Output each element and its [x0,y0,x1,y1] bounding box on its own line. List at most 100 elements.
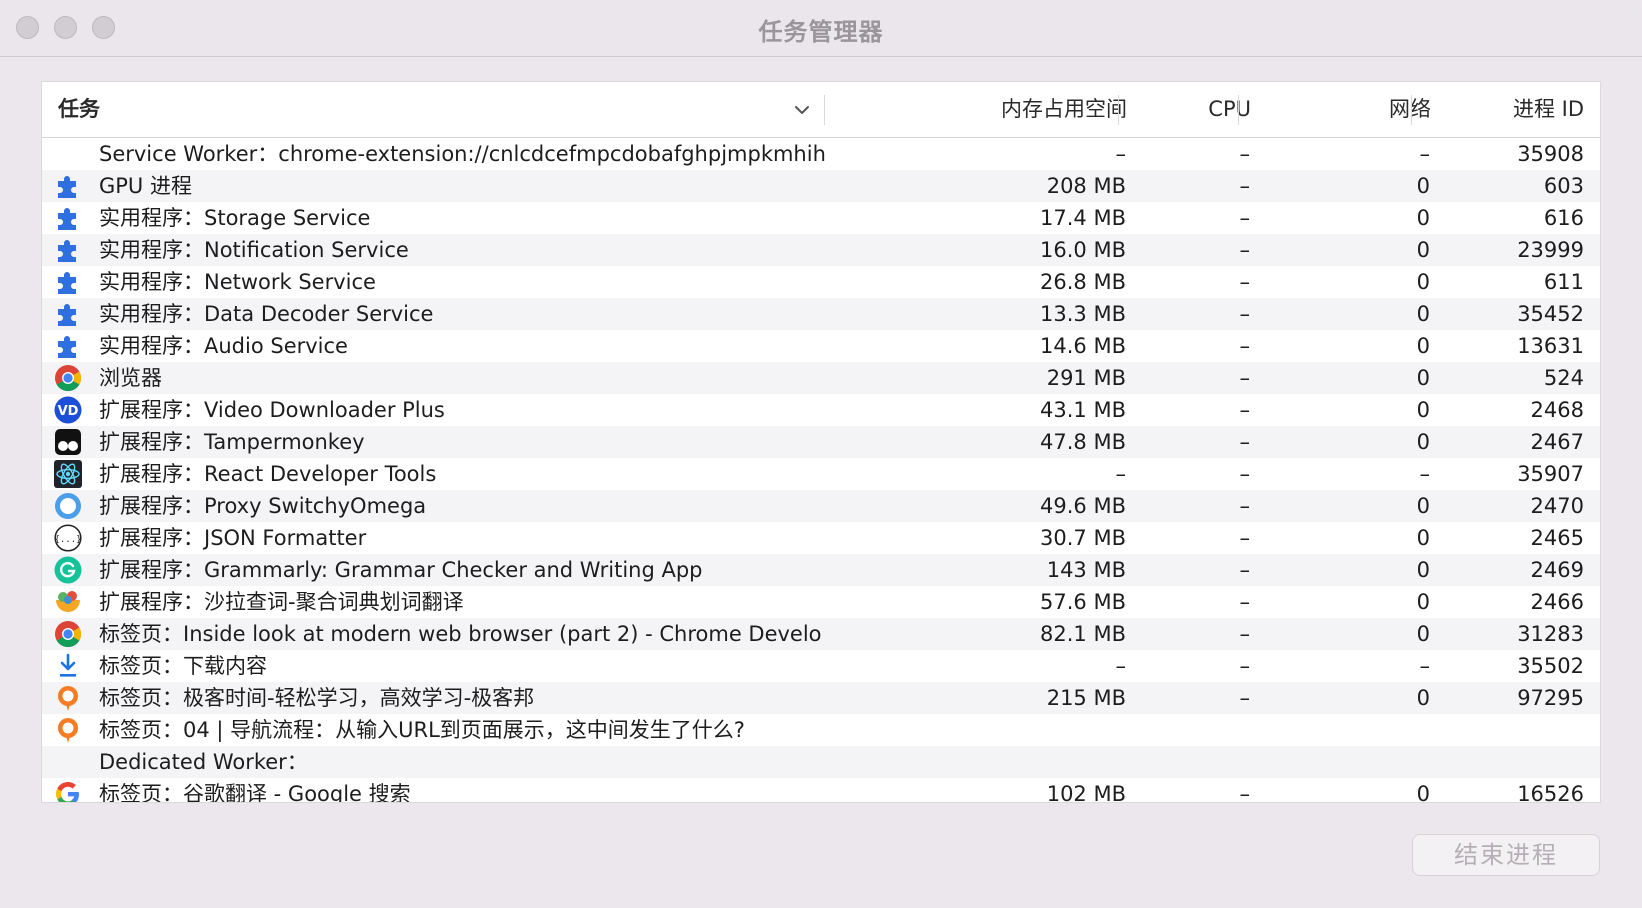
table-row[interactable]: 标签页：谷歌翻译 - Google 搜索 102 MB – 0 16526 [42,778,1600,803]
cell-cpu: – [1239,494,1251,518]
cell-memory: 13.3 MB [1040,302,1126,326]
puzzle-icon [54,300,82,328]
table-row[interactable]: 实用程序：Data Decoder Service 13.3 MB – 0 35452 [42,298,1600,330]
end-process-button[interactable]: 结束进程 [1412,834,1600,876]
table-row[interactable]: 标签页：04 | 导航流程：从输入URL到页面展示，这中间发生了什么? [42,714,1600,746]
table-row[interactable]: GPU 进程 208 MB – 0 603 [42,170,1600,202]
cell-process-id: 35907 [1517,462,1584,486]
cell-process-id: 2466 [1530,590,1584,614]
cell-network: 0 [1416,302,1430,326]
cell-network: – [1419,462,1431,486]
column-divider[interactable] [824,95,825,125]
cell-network: 0 [1416,174,1430,198]
table-row[interactable]: Dedicated Worker： [42,746,1600,778]
cell-process-id: 2468 [1530,398,1584,422]
tampermonkey-icon [54,428,82,456]
svg-text:VD: VD [58,404,79,419]
table-row[interactable]: 实用程序：Notification Service 16.0 MB – 0 23999 [42,234,1600,266]
column-header-network[interactable]: 网络 [1389,82,1431,137]
cell-task-name: Dedicated Worker： [99,750,308,774]
cell-memory: 215 MB [1046,686,1126,710]
cell-cpu: – [1239,782,1251,803]
cell-task-name: 扩展程序：沙拉查词-聚合词典划词翻译 [99,590,464,614]
cell-task-name: GPU 进程 [99,174,192,198]
cell-task-name: 浏览器 [99,366,162,390]
cell-memory: 291 MB [1046,366,1126,390]
cell-cpu: – [1239,558,1251,582]
cell-process-id: 2470 [1530,494,1584,518]
cell-cpu: – [1239,302,1251,326]
table-row[interactable]: 实用程序：Audio Service 14.6 MB – 0 13631 [42,330,1600,362]
table-row[interactable]: {...} 扩展程序：JSON Formatter 30.7 MB – 0 2465 [42,522,1600,554]
cell-process-id: 35502 [1517,654,1584,678]
svg-text:{...}: {...} [54,535,81,545]
cell-cpu: – [1239,686,1251,710]
table-row[interactable]: 扩展程序：React Developer Tools – – – 35907 [42,458,1600,490]
cell-process-id: 97295 [1517,686,1584,710]
sort-chevron-down-icon[interactable] [792,100,812,120]
cell-process-id: 2465 [1530,526,1584,550]
cell-task-name: 扩展程序：Video Downloader Plus [99,398,445,422]
cell-network: 0 [1416,366,1430,390]
cell-cpu: – [1239,430,1251,454]
table-row[interactable]: 标签页：Inside look at modern web browser (p… [42,618,1600,650]
table-row[interactable]: 扩展程序：沙拉查词-聚合词典划词翻译 57.6 MB – 0 2466 [42,586,1600,618]
cell-network: 0 [1416,270,1430,294]
cell-process-id: 611 [1543,270,1584,294]
table-row[interactable]: 实用程序：Storage Service 17.4 MB – 0 616 [42,202,1600,234]
table-row[interactable]: 扩展程序：Grammarly: Grammar Checker and Writ… [42,554,1600,586]
cell-cpu: – [1239,622,1251,646]
column-header-pid[interactable]: 进程 ID [1513,82,1584,137]
cell-process-id: 23999 [1517,238,1584,262]
salad-icon [54,588,82,616]
react-icon [54,460,82,488]
cell-network: 0 [1416,398,1430,422]
cell-network: 0 [1416,430,1430,454]
cell-network: 0 [1416,206,1430,230]
cell-memory: 49.6 MB [1040,494,1126,518]
cell-cpu: – [1239,270,1251,294]
column-header-memory[interactable]: 内存占用空间 [1001,82,1127,137]
cell-memory: 17.4 MB [1040,206,1126,230]
cell-cpu: – [1239,174,1251,198]
cell-network: 0 [1416,558,1430,582]
column-header-task[interactable]: 任务 [58,82,100,137]
table-row[interactable]: 实用程序：Network Service 26.8 MB – 0 611 [42,266,1600,298]
cell-network: 0 [1416,526,1430,550]
table-body: Service Worker：chrome-extension://cnlcdc… [42,138,1600,803]
cell-memory: 16.0 MB [1040,238,1126,262]
cell-memory: – [1115,142,1127,166]
cell-task-name: 标签页：Inside look at modern web browser (p… [99,622,822,646]
download-icon [54,652,82,680]
column-header-cpu[interactable]: CPU [1208,82,1251,137]
cell-process-id: 16526 [1517,782,1584,803]
cell-task-name: 实用程序：Notification Service [99,238,409,262]
table-row[interactable]: 标签页：极客时间-轻松学习，高效学习-极客邦 215 MB – 0 97295 [42,682,1600,714]
cell-task-name: 实用程序：Storage Service [99,206,371,230]
cell-network: 0 [1416,686,1430,710]
table-row[interactable]: 扩展程序：Tampermonkey 47.8 MB – 0 2467 [42,426,1600,458]
table-row[interactable]: 扩展程序：Proxy SwitchyOmega 49.6 MB – 0 2470 [42,490,1600,522]
cell-cpu: – [1239,142,1251,166]
table-row[interactable]: 标签页：下载内容 – – – 35502 [42,650,1600,682]
cell-task-name: 扩展程序：Grammarly: Grammar Checker and Writ… [99,558,703,582]
cell-cpu: – [1239,654,1251,678]
puzzle-icon [54,236,82,264]
cell-memory: 14.6 MB [1040,334,1126,358]
cell-cpu: – [1239,526,1251,550]
column-divider[interactable] [1118,95,1119,125]
table-row[interactable]: VD 扩展程序：Video Downloader Plus 43.1 MB – 0 246… [42,394,1600,426]
cell-cpu: – [1239,206,1251,230]
geekbang-icon [54,684,82,712]
switchyomega-icon [54,492,82,520]
puzzle-icon [54,204,82,232]
cell-task-name: 扩展程序：Tampermonkey [99,430,365,454]
table-row[interactable]: 浏览器 291 MB – 0 524 [42,362,1600,394]
puzzle-icon [54,172,82,200]
table-row[interactable]: Service Worker：chrome-extension://cnlcdc… [42,138,1600,170]
column-divider[interactable] [1411,95,1412,125]
column-divider[interactable] [1238,95,1239,125]
cell-task-name: Service Worker：chrome-extension://cnlcdc… [99,142,826,166]
cell-task-name: 扩展程序：Proxy SwitchyOmega [99,494,427,518]
cell-memory: 82.1 MB [1040,622,1126,646]
